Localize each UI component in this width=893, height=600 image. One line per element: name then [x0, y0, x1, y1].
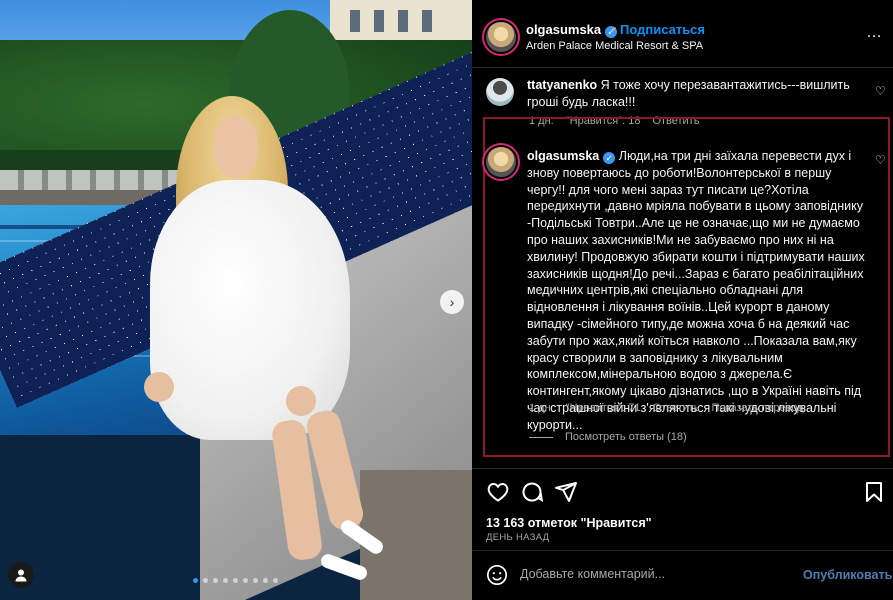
author-avatar[interactable]: [486, 22, 516, 52]
comment-icon[interactable]: [520, 480, 544, 504]
carousel-dot: [233, 578, 238, 583]
comment-author[interactable]: olgasumska: [527, 149, 599, 163]
carousel-dot: [273, 578, 278, 583]
add-comment-input[interactable]: [520, 567, 820, 581]
actions-divider: [472, 468, 893, 469]
photo-floor: [360, 470, 472, 600]
share-icon[interactable]: [554, 480, 578, 504]
reply-button[interactable]: Ответить: [652, 402, 699, 414]
post-panel: olgasumska ✓ • Подписаться Arden Palace M…: [472, 0, 893, 600]
carousel-dot: [263, 578, 268, 583]
commenter-avatar[interactable]: [486, 147, 516, 177]
author-username[interactable]: olgasumska: [526, 22, 601, 37]
carousel-next-button[interactable]: ›: [440, 290, 464, 314]
view-replies-button[interactable]: Посмотреть ответы (18): [529, 431, 687, 443]
post-time: ДЕНЬ НАЗАД: [486, 532, 550, 543]
follow-button[interactable]: Подписаться: [620, 22, 705, 37]
photo-person-robe: [150, 180, 350, 440]
comment-like-icon[interactable]: ♡: [875, 153, 886, 167]
post-media[interactable]: ›: [0, 0, 472, 600]
carousel-indicator: [193, 578, 278, 583]
carousel-dot: [193, 578, 198, 583]
comment-body: ttatyanenko Я тоже хочу перезавантажитис…: [527, 77, 857, 111]
comment-time[interactable]: 1 дн.: [529, 402, 554, 414]
post-author[interactable]: olgasumska ✓: [526, 22, 618, 38]
verified-icon: ✓: [603, 152, 616, 164]
photo-person-hand: [144, 372, 174, 402]
comment-author[interactable]: ttatyanenko: [527, 78, 597, 92]
carousel-dot: [253, 578, 258, 583]
comment-box-divider: [472, 550, 893, 551]
carousel-dot: [213, 578, 218, 583]
chevron-right-icon: ›: [449, 294, 455, 310]
comment-likes[interactable]: "Нравится": 71: [566, 402, 641, 414]
likes-count[interactable]: 13 163 отметок "Нравится": [486, 516, 652, 530]
commenter-avatar[interactable]: [486, 78, 514, 106]
post-location[interactable]: Arden Palace Medical Resort & SPA: [526, 40, 703, 52]
publish-button[interactable]: Опубликовать: [803, 568, 892, 582]
tagged-users-button[interactable]: [8, 562, 34, 588]
comment-text: Люди,на три дні заїхала перевести дух і …: [527, 149, 865, 432]
replies-line: [529, 436, 553, 438]
carousel-dot: [243, 578, 248, 583]
heart-icon[interactable]: [486, 480, 510, 504]
post-actions: [484, 480, 884, 504]
likes-label[interactable]: отметок "Нравится": [528, 516, 652, 530]
likes-number[interactable]: 13 163: [486, 516, 524, 530]
comment-body: olgasumska ✓ Люди,на три дні заїхала пере…: [527, 148, 867, 434]
comment-like-icon[interactable]: ♡: [875, 84, 886, 98]
separator-dot: •: [612, 21, 617, 36]
carousel-dot: [223, 578, 228, 583]
comment-meta: 1 дн. "Нравится": 71 Ответить Показать п…: [529, 402, 804, 414]
carousel-dot: [203, 578, 208, 583]
header-divider: [472, 67, 893, 68]
show-translation-button[interactable]: Показать перевод: [711, 402, 803, 414]
photo-person-face: [214, 116, 258, 178]
person-icon: [15, 569, 27, 582]
photo-person-hand: [286, 386, 316, 416]
bookmark-icon[interactable]: [862, 480, 886, 504]
view-replies-label[interactable]: Посмотреть ответы (18): [565, 431, 687, 443]
emoji-icon[interactable]: [486, 564, 508, 586]
more-options-icon[interactable]: …: [866, 24, 883, 42]
